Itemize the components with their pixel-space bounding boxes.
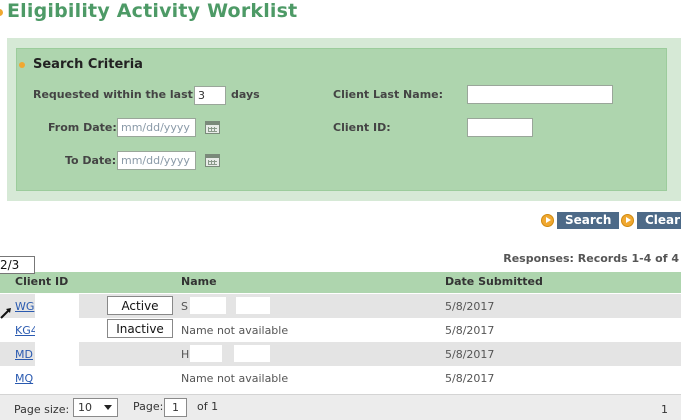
clear-button-label: Clear [637, 212, 681, 229]
requested-within-label: Requested within the last [33, 88, 193, 101]
search-criteria-title: Search Criteria [33, 57, 143, 72]
page-of-label: of 1 [197, 400, 219, 413]
table-row[interactable]: MQ Name not available 5/8/2017 [0, 366, 681, 390]
table-row[interactable]: MD H J 5/8/2017 [0, 342, 681, 366]
clear-button[interactable]: Clear [621, 212, 681, 229]
date-cell: 5/8/2017 [445, 300, 495, 313]
redaction [234, 345, 270, 362]
redaction [190, 297, 226, 314]
client-id-link[interactable]: WG [15, 300, 34, 313]
page-tooltip: 2/3 [0, 256, 35, 274]
date-cell: 5/8/2017 [445, 348, 495, 361]
search-button-label: Search [557, 212, 620, 229]
pager-bar: Page size: 10 Page: 1 of 1 1 [0, 394, 681, 420]
arrow-right-icon [621, 214, 634, 227]
to-date-input[interactable] [117, 151, 196, 170]
redaction [35, 318, 79, 342]
date-cell: 5/8/2017 [445, 324, 495, 337]
requested-days-input[interactable] [194, 86, 226, 105]
table-row[interactable]: WG Active S F 5/8/2017 [0, 294, 681, 318]
from-date-label: From Date: [48, 121, 117, 134]
page-size-label: Page size: [14, 403, 70, 416]
page-label: Page: [133, 400, 164, 413]
calendar-icon[interactable] [205, 154, 220, 167]
name-cell: Name not available [181, 324, 289, 337]
name-cell: Name not available [181, 372, 289, 385]
table-row[interactable]: KG4 Inactive Name not available 5/8/2017 [0, 318, 681, 342]
date-cell: 5/8/2017 [445, 372, 495, 385]
days-label: days [231, 88, 260, 101]
total-count: 1 [661, 403, 668, 416]
calendar-icon[interactable] [205, 121, 220, 134]
column-header-name[interactable]: Name [181, 275, 217, 288]
page-number-input[interactable]: 1 [164, 398, 187, 417]
client-id-link[interactable]: MD [15, 348, 33, 361]
mouse-pointer-icon [0, 308, 11, 319]
redaction [236, 297, 270, 314]
arrow-right-icon [541, 214, 554, 227]
redaction [190, 345, 222, 362]
redaction [35, 366, 79, 390]
from-date-input[interactable] [117, 118, 196, 137]
table-header [0, 272, 681, 293]
client-id-label: Client ID: [333, 121, 391, 134]
title-bullet-icon [0, 9, 3, 16]
client-id-link[interactable]: MQ [15, 372, 33, 385]
page-title: Eligibility Activity Worklist [7, 0, 298, 22]
search-button[interactable]: Search [541, 212, 620, 229]
to-date-label: To Date: [65, 154, 117, 167]
client-last-name-input[interactable] [467, 85, 613, 104]
bullet-icon [19, 62, 25, 68]
redaction [35, 342, 79, 366]
page-size-select[interactable]: 10 [73, 398, 118, 417]
status-badge: Inactive [107, 319, 173, 338]
client-last-name-label: Client Last Name: [333, 88, 444, 101]
client-id-input[interactable] [467, 118, 533, 137]
column-header-client-id[interactable]: Client ID [15, 275, 68, 288]
redaction [35, 294, 79, 318]
column-header-date-submitted[interactable]: Date Submitted [445, 275, 543, 288]
status-badge: Active [107, 296, 173, 315]
responses-count: Responses: Records 1-4 of 4 [503, 252, 679, 265]
